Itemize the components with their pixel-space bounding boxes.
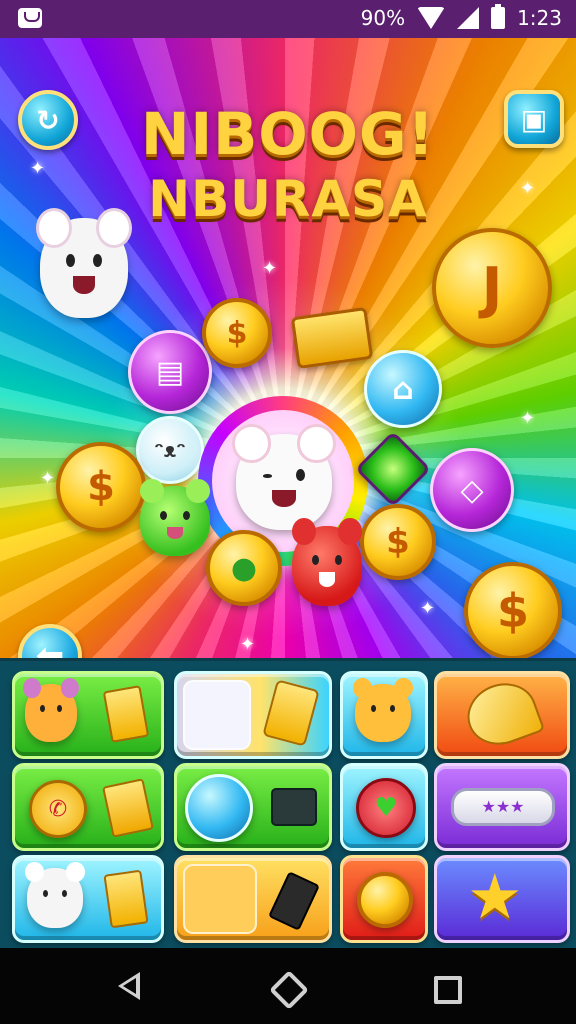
orange-bear-icon: [352, 678, 414, 742]
back-triangle-icon[interactable]: [112, 970, 146, 1004]
tiger-portrait: [183, 864, 257, 934]
clock: 1:23: [517, 6, 562, 30]
keyhole-coin[interactable]: ●: [206, 530, 282, 606]
item-tile-1[interactable]: [12, 671, 164, 759]
item-tile-10[interactable]: [174, 855, 332, 943]
stars-pill-icon: ★★★: [451, 788, 555, 826]
winking-white-creature: [232, 424, 336, 530]
item-tile-11[interactable]: [340, 855, 428, 943]
gold-bar-icon: [103, 869, 149, 929]
domino-icon: [268, 871, 320, 931]
coin-symbol: $: [496, 584, 529, 638]
coin-symbol: $: [386, 522, 410, 562]
big-coin-left[interactable]: $: [56, 442, 146, 532]
battery-icon: [491, 4, 506, 29]
item-tile-9[interactable]: [12, 855, 164, 943]
white-mouse-creature[interactable]: [35, 208, 133, 318]
battery-percentage: 90%: [360, 6, 406, 30]
white-creature-bubble[interactable]: ᵔᴥᵔ: [136, 416, 204, 484]
game-screen: ↻ ▣ NIBOOG! NBURASA J ▤ $ ⌂ ᵔᴥᵔ ◇ $ $ ● …: [0, 38, 576, 658]
sparkle-icon: ✦: [520, 178, 536, 199]
alarm-heart-icon: ♥: [356, 778, 416, 838]
sparkle-icon: ✦: [30, 158, 46, 179]
red-creature[interactable]: [292, 518, 362, 606]
chair-icon: [102, 778, 154, 838]
coin-symbol: $: [87, 464, 115, 510]
item-tile-8[interactable]: ★★★: [434, 763, 570, 851]
arrow-left-icon: ⬅: [35, 636, 65, 658]
big-coin-bottom-right[interactable]: $: [464, 562, 562, 658]
gold-bar-item[interactable]: [290, 306, 374, 370]
briefcase-icon: [271, 788, 317, 826]
golden-shell-icon: [458, 674, 546, 755]
recents-square-icon[interactable]: [430, 970, 464, 1004]
status-bar: 90% 1:23: [0, 0, 576, 38]
signal-icon: [457, 7, 480, 29]
white-creature-portrait: [183, 680, 251, 750]
gold-coin-stack-icon: [357, 872, 413, 928]
item-tile-5[interactable]: ✆: [12, 763, 164, 851]
coin-symbol: $: [226, 315, 248, 351]
item-tile-6[interactable]: [174, 763, 332, 851]
orange-creature-icon: [22, 678, 80, 742]
item-panel: ✆ ♥ ★★★ ★: [0, 658, 576, 951]
coin-j-symbol: J: [481, 255, 503, 321]
wifi-icon: [417, 7, 446, 29]
blue-orb-item[interactable]: ⌂: [364, 350, 442, 428]
white-creature-icon: [24, 862, 86, 928]
item-tile-2[interactable]: [174, 671, 332, 759]
sparkle-icon: ✦: [40, 468, 56, 489]
item-tile-3[interactable]: [340, 671, 428, 759]
coin-top[interactable]: $: [202, 298, 272, 368]
purple-emblem-orb[interactable]: ◇: [430, 448, 514, 532]
item-tile-7[interactable]: ♥: [340, 763, 428, 851]
green-pig-creature[interactable]: [140, 479, 210, 556]
globe-icon: [185, 774, 253, 842]
purple-orb-item[interactable]: ▤: [128, 330, 212, 414]
special-j-coin[interactable]: J: [432, 228, 552, 348]
home-icon[interactable]: [270, 970, 304, 1004]
item-tile-4[interactable]: [434, 671, 570, 759]
sparkle-icon: ✦: [520, 408, 536, 429]
sparkle-icon: ✦: [240, 634, 256, 655]
sparkle-icon: ✦: [420, 598, 436, 619]
gold-card-icon: [262, 679, 320, 747]
sparkle-icon: ✦: [262, 258, 278, 279]
gold-ticket-icon: [102, 685, 150, 743]
notification-icon: [18, 8, 42, 28]
navigation-bar: [0, 948, 576, 1024]
coin-right[interactable]: $: [360, 504, 436, 580]
game-title-line1: NIBOOG!: [141, 100, 435, 168]
status-icons: 90% 1:23: [360, 4, 562, 30]
item-tile-12[interactable]: ★: [434, 855, 570, 943]
phone-coin-icon: ✆: [29, 780, 87, 838]
gold-star-icon: ★: [467, 860, 523, 933]
